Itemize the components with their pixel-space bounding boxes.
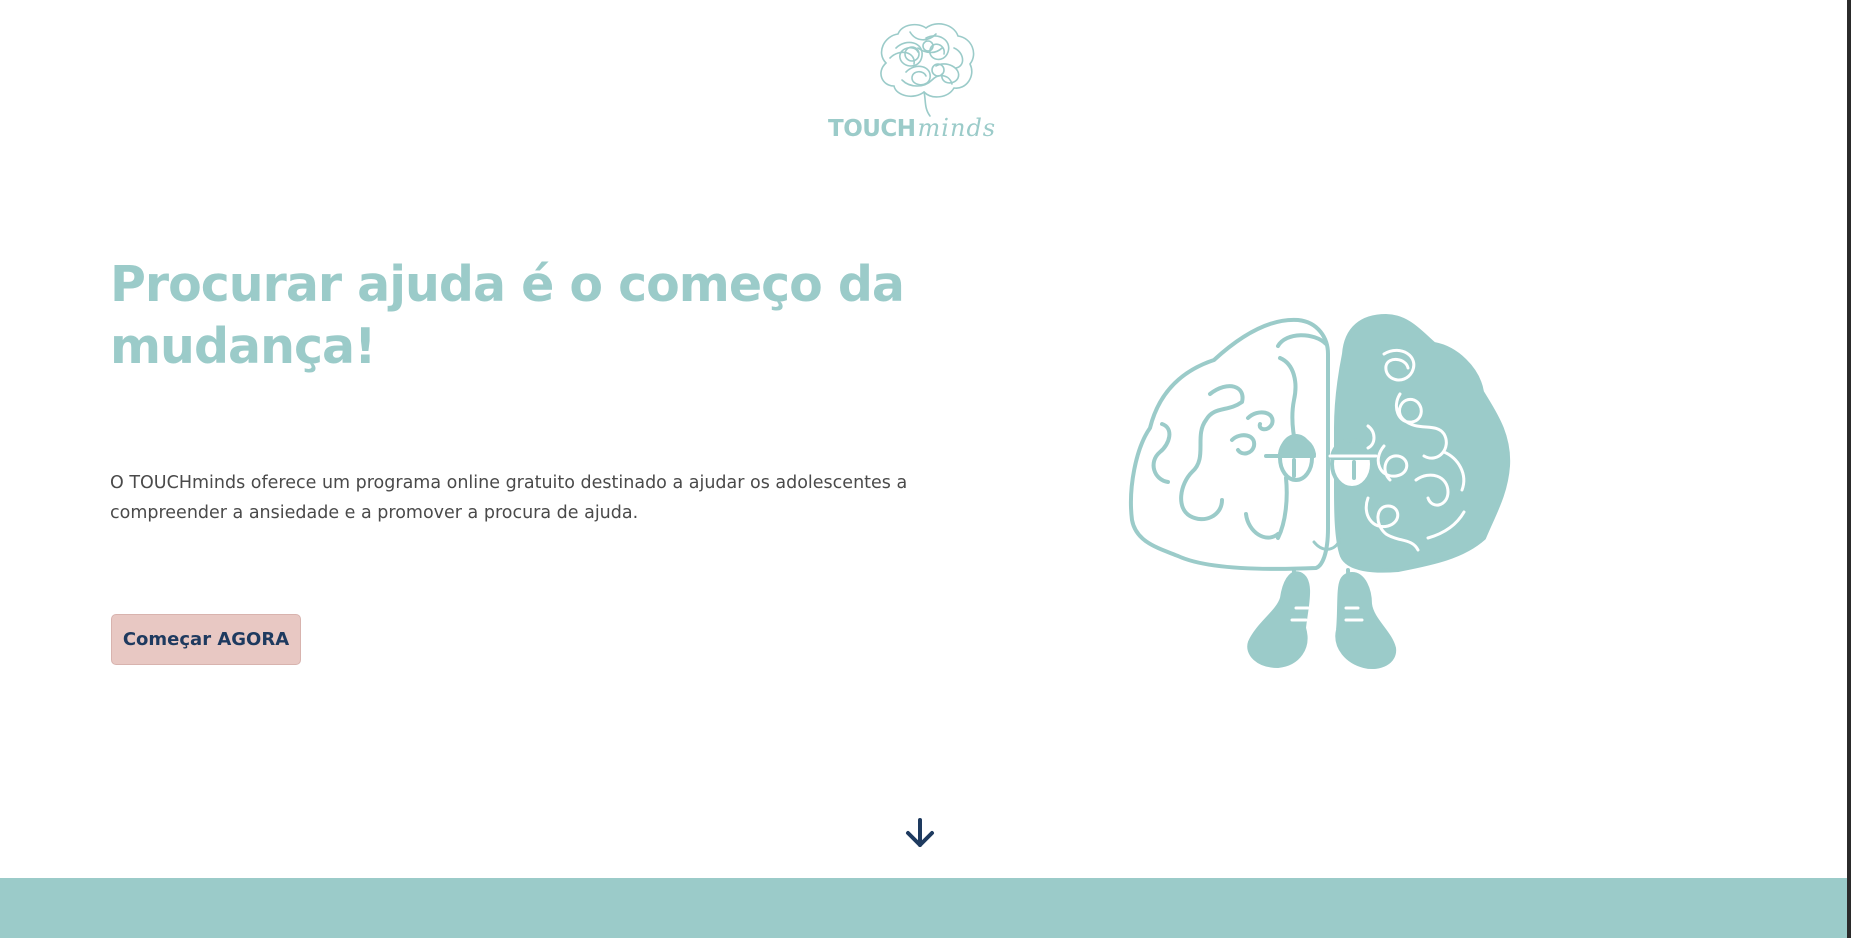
hero-description: O TOUCHminds oferece um programa online … (110, 473, 908, 523)
brain-character-illustration (1128, 314, 1511, 669)
start-now-button[interactable]: Começar AGORA (111, 614, 301, 665)
window-edge (1847, 0, 1851, 938)
landing-page: TOUCHminds Procurar ajuda é o começo da … (0, 0, 1851, 938)
touchminds-logo[interactable]: TOUCHminds (824, 18, 1016, 148)
logo-word-bold: TOUCH (828, 116, 916, 142)
logo-word-script: minds (917, 114, 997, 142)
next-section-band (0, 878, 1847, 938)
arrow-down-icon[interactable] (903, 816, 937, 850)
brain-scribble-icon (880, 23, 975, 117)
logo-wordmark: TOUCHminds (828, 114, 1028, 154)
hero-title: Procurar ajuda é o começo da mudança! (110, 256, 905, 375)
